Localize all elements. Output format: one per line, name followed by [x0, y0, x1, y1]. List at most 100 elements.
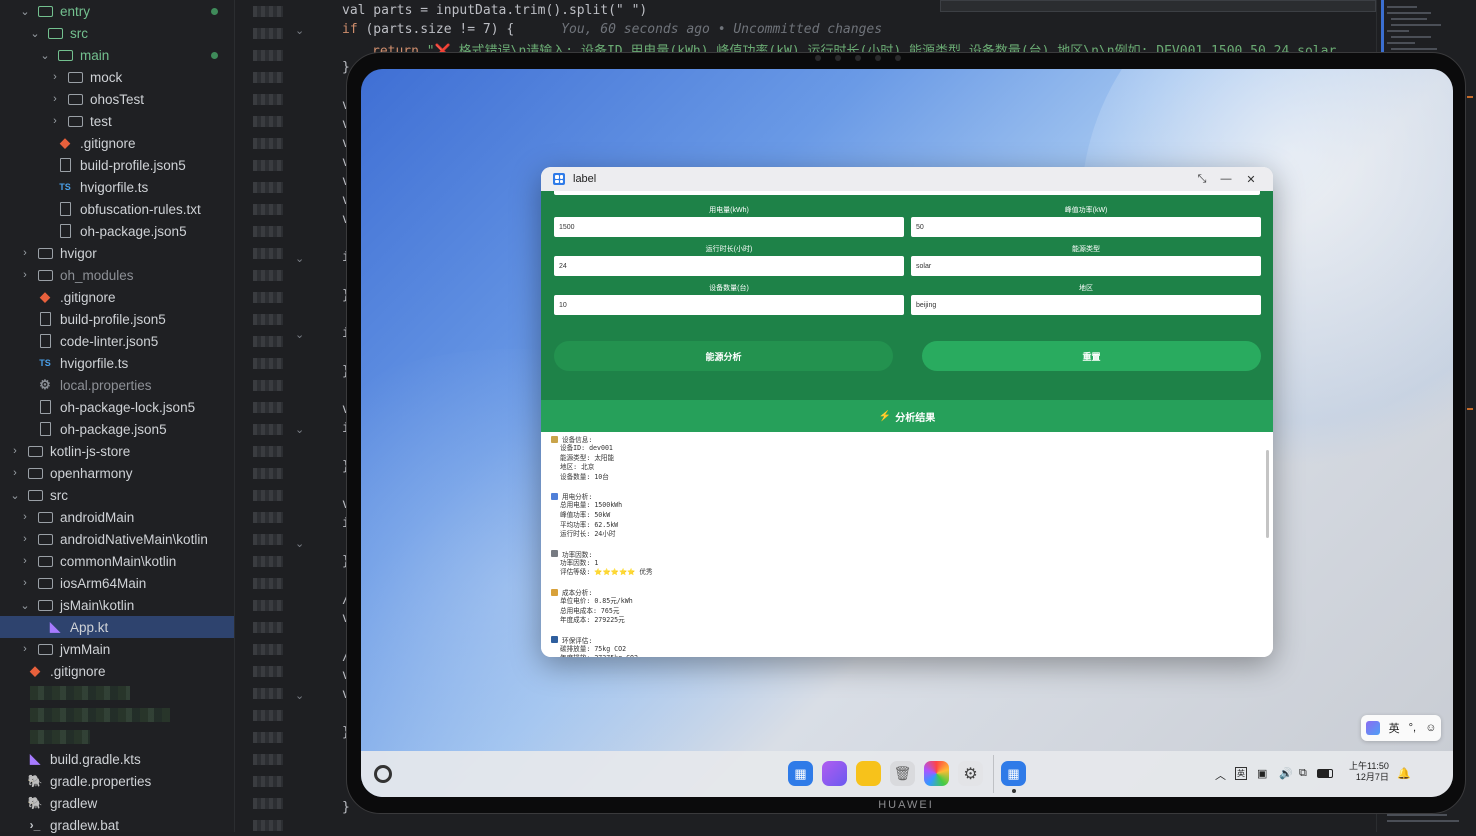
chevron-right-icon[interactable]: ›: [8, 467, 22, 479]
fold-chevron-icon[interactable]: ⌄: [295, 328, 304, 341]
tree-item[interactable]: › kotlin-js-store: [0, 440, 234, 462]
window-titlebar[interactable]: label ⤡ — ✕: [541, 167, 1273, 191]
tree-item[interactable]: › mock: [0, 66, 234, 88]
tree-item[interactable]: oh-package.json5: [0, 418, 234, 440]
tree-item[interactable]: ⌄ src: [0, 22, 234, 44]
tree-item[interactable]: ⌄ src: [0, 484, 234, 506]
tree-item[interactable]: › jvmMain: [0, 638, 234, 660]
chevron-right-icon[interactable]: ›: [18, 269, 32, 281]
tree-item[interactable]: ⌄ main: [0, 44, 234, 66]
tree-item[interactable]: code-linter.json5: [0, 330, 234, 352]
tree-item[interactable]: › iosArm64Main: [0, 572, 234, 594]
tree-item[interactable]: build-profile.json5: [0, 308, 234, 330]
tree-item[interactable]: › hvigor: [0, 242, 234, 264]
notification-tray-icon[interactable]: ▣: [1257, 767, 1267, 780]
chevron-right-icon[interactable]: ›: [18, 533, 32, 545]
gallery-icon[interactable]: [924, 761, 949, 786]
chevron-down-icon[interactable]: ⌄: [18, 5, 32, 18]
tree-item[interactable]: ›_ gradlew.bat: [0, 814, 234, 836]
device-id-field[interactable]: [554, 191, 1260, 195]
chevron-right-icon[interactable]: ›: [18, 555, 32, 567]
tree-item[interactable]: › test: [0, 110, 234, 132]
tree-item[interactable]: 🐘 gradle.properties: [0, 770, 234, 792]
tree-item[interactable]: oh-package.json5: [0, 220, 234, 242]
tree-item[interactable]: ◣ App.kt: [0, 616, 234, 638]
tree-item[interactable]: ◆ .gitignore: [0, 132, 234, 154]
trash-icon[interactable]: 🗑: [890, 761, 915, 786]
chevron-down-icon[interactable]: ⌄: [38, 49, 52, 62]
minimize-icon[interactable]: —: [1217, 170, 1235, 188]
tree-item[interactable]: ◣ build.gradle.kts: [0, 748, 234, 770]
close-icon[interactable]: ✕: [1242, 170, 1260, 188]
chevron-right-icon[interactable]: ›: [18, 511, 32, 523]
tree-item[interactable]: ⚙ local.properties: [0, 374, 234, 396]
bell-icon[interactable]: 🔔: [1397, 767, 1411, 780]
chevron-right-icon[interactable]: ›: [18, 577, 32, 589]
tree-item[interactable]: › openharmony: [0, 462, 234, 484]
tree-item[interactable]: › oh_modules: [0, 264, 234, 286]
tree-item[interactable]: ◆ .gitignore: [0, 286, 234, 308]
tree-item[interactable]: › commonMain\kotlin: [0, 550, 234, 572]
multitask-icon[interactable]: [822, 761, 847, 786]
screen-mirror-icon[interactable]: ⧉: [1299, 767, 1307, 780]
tree-item[interactable]: › ohosTest: [0, 88, 234, 110]
volume-icon[interactable]: 🔊: [1279, 767, 1293, 780]
chevron-down-icon[interactable]: ⌄: [8, 489, 22, 502]
tree-item[interactable]: obfuscation-rules.txt: [0, 198, 234, 220]
field-input[interactable]: solar: [911, 256, 1261, 276]
ime-language-toggle[interactable]: 英: [1389, 720, 1400, 736]
assistant-orb-icon[interactable]: [374, 765, 392, 783]
chevron-right-icon[interactable]: ›: [8, 445, 22, 457]
chevron-down-icon[interactable]: ⌄: [28, 27, 42, 40]
field-input[interactable]: 24: [554, 256, 904, 276]
result-scrollbar[interactable]: [1266, 450, 1269, 538]
app-launcher-icon[interactable]: ▦: [788, 761, 813, 786]
chevron-right-icon[interactable]: ›: [18, 247, 32, 259]
result-panel[interactable]: 设备信息: 设备ID: dev001 能源类型: 太阳能 地区: 北京 设备数量: 10…: [541, 432, 1273, 657]
battery-icon[interactable]: [1317, 769, 1333, 778]
field-input[interactable]: 10: [554, 295, 904, 315]
tree-item[interactable]: ◆ .gitignore: [0, 660, 234, 682]
fold-chevron-icon[interactable]: ⌄: [295, 689, 304, 702]
input-method-bar[interactable]: 英 °, ☺: [1361, 715, 1441, 741]
restore-icon[interactable]: ⤡: [1193, 170, 1211, 188]
tree-item[interactable]: [0, 682, 234, 704]
chevron-right-icon[interactable]: ›: [18, 643, 32, 655]
tree-item[interactable]: 🐘 gradlew: [0, 792, 234, 814]
chevron-down-icon[interactable]: ⌄: [18, 599, 32, 612]
ime-emoji-icon[interactable]: ☺: [1425, 722, 1436, 734]
search-popup[interactable]: [940, 0, 1376, 12]
chevron-right-icon[interactable]: ›: [48, 115, 62, 127]
tree-item[interactable]: TS hvigorfile.ts: [0, 176, 234, 198]
app-window[interactable]: label ⤡ — ✕ 用电量(kWh) 1500 峰值功率(kW) 50 运行时长(小…: [541, 167, 1273, 657]
tree-item[interactable]: ⌄ jsMain\kotlin: [0, 594, 234, 616]
folder-icon: [46, 26, 64, 40]
file-manager-icon[interactable]: [856, 761, 881, 786]
tree-item[interactable]: build-profile.json5: [0, 154, 234, 176]
ime-tray-icon[interactable]: 英: [1235, 767, 1247, 780]
fold-chevron-icon[interactable]: ⌄: [295, 24, 304, 37]
tree-item[interactable]: TS hvigorfile.ts: [0, 352, 234, 374]
tree-item[interactable]: [0, 726, 234, 748]
tree-item[interactable]: [0, 704, 234, 726]
reset-button[interactable]: 重置: [922, 341, 1261, 371]
running-app-icon[interactable]: ▦: [1001, 761, 1026, 786]
tree-item[interactable]: ⌄ entry: [0, 0, 234, 22]
ime-punctuation-toggle[interactable]: °,: [1409, 722, 1416, 734]
fold-chevron-icon[interactable]: ⌄: [295, 423, 304, 436]
energy-analyze-button[interactable]: 能源分析: [554, 341, 893, 371]
field-input[interactable]: 1500: [554, 217, 904, 237]
field-input[interactable]: 50: [911, 217, 1261, 237]
fold-chevron-icon[interactable]: ⌄: [295, 252, 304, 265]
editor-gutter: ⌄ ⌄ ⌄ ⌄ ⌄ ⌄: [234, 0, 312, 832]
tree-item[interactable]: › androidMain: [0, 506, 234, 528]
settings-gear-icon[interactable]: ⚙: [958, 761, 983, 786]
field-input[interactable]: beijing: [911, 295, 1261, 315]
clock[interactable]: 上午11:50 12月7日: [1349, 761, 1389, 783]
fold-chevron-icon[interactable]: ⌄: [295, 537, 304, 550]
tree-item[interactable]: oh-package-lock.json5: [0, 396, 234, 418]
tray-expand-icon[interactable]: ︿: [1215, 767, 1226, 783]
chevron-right-icon[interactable]: ›: [48, 93, 62, 105]
chevron-right-icon[interactable]: ›: [48, 71, 62, 83]
tree-item[interactable]: › androidNativeMain\kotlin: [0, 528, 234, 550]
